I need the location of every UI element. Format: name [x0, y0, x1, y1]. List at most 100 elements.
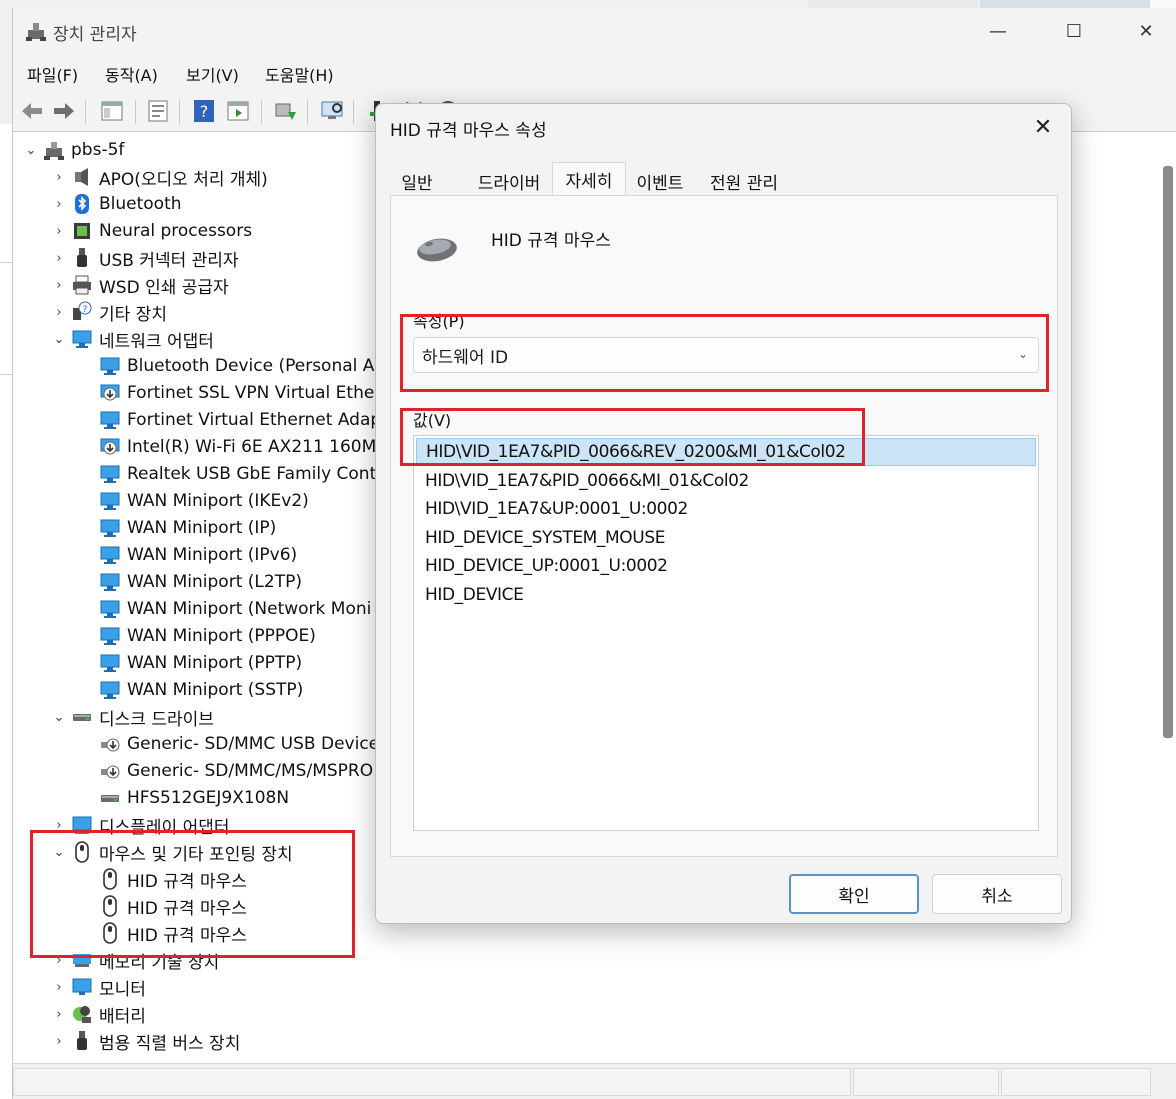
tree-device[interactable]: HFS512GEJ9X108N [79, 785, 289, 811]
tree-device[interactable]: Bluetooth Device (Personal Are [79, 353, 391, 379]
value-list-item[interactable]: HID_DEVICE [416, 581, 1036, 609]
network-monitor-icon [100, 519, 120, 537]
value-list-item[interactable]: HID\VID_1EA7&PID_0066&MI_01&Col02 [416, 467, 1036, 495]
status-bar [13, 1063, 1176, 1099]
tree-category[interactable]: › APO(오디오 처리 개체) [51, 164, 268, 190]
maximize-icon: ☐ [1065, 20, 1083, 42]
tree-category[interactable]: › 범용 직렬 버스 장치 [51, 1028, 240, 1054]
tree-category[interactable]: ⌄ 디스크 드라이브 [51, 704, 214, 730]
menu-help[interactable]: 도움말(H) [265, 62, 334, 86]
tree-device[interactable]: Fortinet Virtual Ethernet Adapt [79, 407, 388, 433]
tab-general[interactable]: 일반 [390, 166, 444, 196]
action-pane-icon[interactable] [225, 98, 251, 124]
chevron-down-icon[interactable]: ⌄ [51, 709, 67, 725]
minimize-button[interactable]: — [975, 14, 1021, 48]
value-list-item[interactable]: HID_DEVICE_UP:0001_U:0002 [416, 552, 1036, 580]
chevron-right-icon[interactable]: › [51, 304, 67, 320]
chevron-right-icon[interactable]: › [51, 250, 67, 266]
menu-file[interactable]: 파일(F) [27, 62, 78, 86]
tree-item-label: Generic- SD/MMC/MS/MSPRO [127, 761, 374, 781]
menu-action[interactable]: 동작(A) [105, 62, 158, 86]
chevron-right-icon[interactable]: › [51, 1006, 67, 1022]
value-list-item[interactable]: HID_DEVICE_SYSTEM_MOUSE [416, 524, 1036, 552]
scan-hardware-icon[interactable] [319, 98, 345, 124]
chip-icon [74, 223, 90, 239]
chevron-right-icon[interactable]: › [51, 196, 67, 212]
chevron-down-icon[interactable]: ⌄ [51, 331, 67, 347]
tree-root[interactable]: ⌄ pbs-5f [23, 137, 124, 163]
value-list-item[interactable]: HID\VID_1EA7&UP:0001_U:0002 [416, 495, 1036, 523]
dialog-close-button[interactable]: ✕ [1025, 112, 1061, 142]
tree-item-label: 범용 직렬 버스 장치 [99, 1033, 241, 1054]
tree-item-label: 배터리 [99, 1006, 146, 1027]
tree-device[interactable]: WAN Miniport (SSTP) [79, 677, 303, 703]
properties-icon[interactable] [145, 98, 171, 124]
maximize-button[interactable]: ☐ [1051, 14, 1097, 48]
tree-device[interactable]: Intel(R) Wi-Fi 6E AX211 160MH [79, 434, 389, 460]
forward-arrow-icon[interactable] [51, 98, 77, 124]
menu-view[interactable]: 보기(V) [186, 62, 239, 86]
show-hide-tree-icon[interactable] [99, 98, 125, 124]
ok-button[interactable]: 확인 [789, 874, 919, 914]
chevron-right-icon[interactable]: › [51, 223, 67, 239]
tree-item-label: 기타 장치 [99, 304, 167, 325]
tree-category[interactable]: › 배터리 [51, 1001, 146, 1027]
tab-details[interactable]: 자세히 [552, 162, 626, 196]
tree-item-label: 모니터 [99, 979, 146, 1000]
update-driver-icon[interactable] [273, 98, 299, 124]
tree-device[interactable]: WAN Miniport (Network Moni [79, 596, 371, 622]
network-monitor-icon [100, 573, 120, 591]
scrollbar-thumb[interactable] [1163, 166, 1173, 738]
battery-icon [73, 1006, 91, 1023]
tree-device[interactable]: WAN Miniport (IPv6) [79, 542, 297, 568]
tree-category[interactable]: › USB 커넥터 관리자 [51, 245, 239, 271]
tree-item-label: WAN Miniport (Network Moni [127, 599, 372, 619]
monitor-icon [72, 978, 92, 995]
tree-category[interactable]: ›? 기타 장치 [51, 299, 167, 325]
vertical-scrollbar[interactable] [1159, 138, 1176, 1068]
status-segment-2 [853, 1068, 999, 1096]
tab-driver[interactable]: 드라이버 [466, 166, 552, 196]
tree-category[interactable]: › WSD 인쇄 공급자 [51, 272, 229, 298]
tree-device[interactable]: Realtek USB GbE Family Contro [79, 461, 393, 487]
disk-drive-icon [73, 714, 91, 721]
help-icon[interactable]: ? [191, 98, 217, 124]
tree-item-label: WSD 인쇄 공급자 [99, 277, 229, 298]
tree-category[interactable]: › Bluetooth [51, 191, 182, 217]
tree-device[interactable]: Generic- SD/MMC USB Device [79, 731, 379, 757]
tree-device[interactable]: WAN Miniport (PPTP) [79, 650, 302, 676]
network-monitor-icon [100, 681, 120, 699]
tree-device[interactable]: Generic- SD/MMC/MS/MSPRO [79, 758, 373, 784]
disk-download-icon [101, 765, 120, 779]
chevron-right-icon[interactable]: › [51, 979, 67, 995]
back-arrow-icon[interactable] [19, 98, 45, 124]
background-window-strip [808, 0, 978, 8]
network-monitor-icon [100, 411, 120, 429]
tree-item-label: 네트워크 어댑터 [99, 331, 214, 352]
chevron-right-icon[interactable]: › [51, 277, 67, 293]
tree-category[interactable]: › Neural processors [51, 218, 252, 244]
tree-device[interactable]: WAN Miniport (IP) [79, 515, 276, 541]
value-list[interactable]: HID\VID_1EA7&PID_0066&REV_0200&MI_01&Col… [413, 435, 1039, 831]
close-icon: ✕ [1138, 20, 1154, 42]
tab-power-management[interactable]: 전원 관리 [696, 166, 792, 196]
tree-category[interactable]: ⌄ 네트워크 어댑터 [51, 326, 214, 352]
tree-device[interactable]: WAN Miniport (IKEv2) [79, 488, 309, 514]
network-download-icon [100, 438, 120, 455]
tree-device[interactable]: WAN Miniport (PPPOE) [79, 623, 316, 649]
chevron-right-icon[interactable]: › [51, 169, 67, 185]
title-bar[interactable]: 장치 관리자 — ☐ ✕ [13, 8, 1176, 54]
cancel-button[interactable]: 취소 [932, 874, 1062, 914]
tree-device[interactable]: WAN Miniport (L2TP) [79, 569, 302, 595]
window-title: 장치 관리자 [53, 25, 137, 45]
tree-device[interactable]: Fortinet SSL VPN Virtual Ether [79, 380, 381, 406]
network-monitor-icon [100, 546, 120, 564]
tree-item-label: Realtek USB GbE Family Contro [127, 464, 394, 484]
tab-events[interactable]: 이벤트 [626, 166, 694, 196]
close-button[interactable]: ✕ [1123, 14, 1169, 48]
chevron-right-icon[interactable]: › [51, 1033, 67, 1049]
tree-item-label: APO(오디오 처리 개체) [99, 169, 268, 190]
chevron-down-icon[interactable]: ⌄ [23, 142, 39, 158]
tree-category[interactable]: › 모니터 [51, 974, 146, 1000]
tree-item-label: WAN Miniport (PPTP) [127, 653, 303, 673]
